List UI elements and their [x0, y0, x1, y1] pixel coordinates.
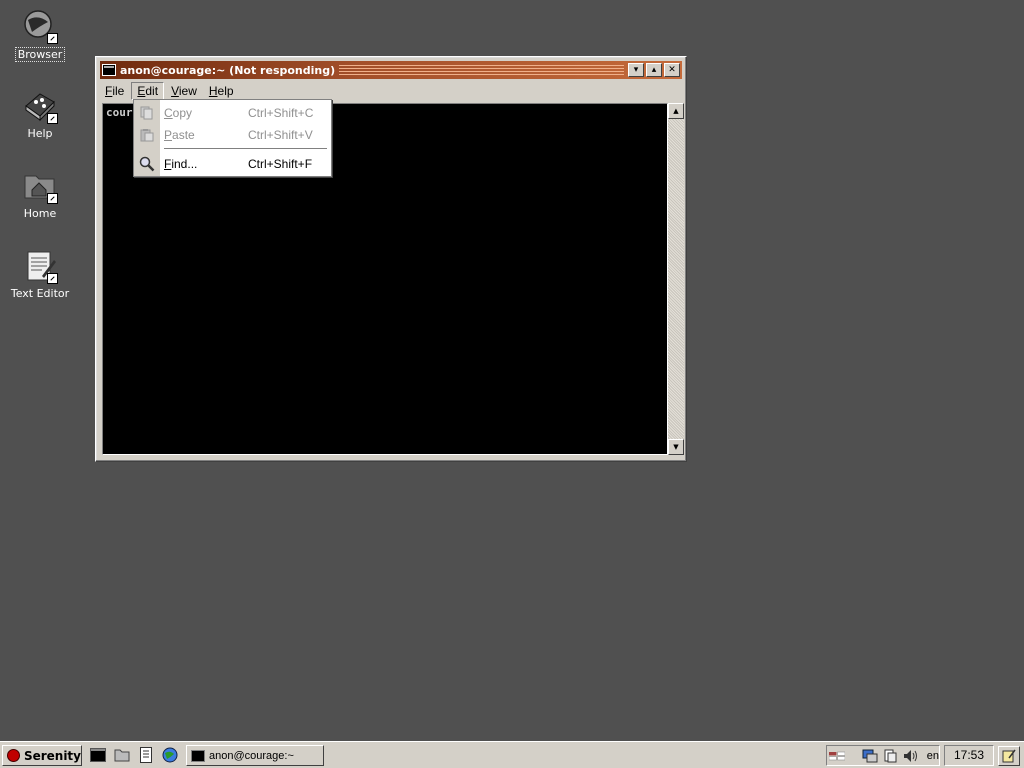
menu-item-label: Paste — [164, 128, 195, 142]
menu-item-shortcut: Ctrl+Shift+F — [248, 157, 313, 171]
scroll-down-button[interactable]: ▼ — [668, 439, 684, 455]
start-button[interactable]: Serenity — [2, 745, 82, 766]
help-book-icon — [22, 88, 58, 124]
taskbar: Serenity anon@courage:~ en 17:53 — [0, 741, 1024, 768]
title-bar[interactable]: anon@courage:~ (Not responding) ▾ ▴ ✕ — [100, 61, 682, 79]
menu-item-shortcut: Ctrl+Shift+V — [248, 128, 313, 142]
desktop-icon-label: Home — [23, 207, 57, 220]
network-icon[interactable] — [862, 749, 878, 763]
taskbar-window-button[interactable]: anon@courage:~ — [186, 745, 324, 766]
system-tray: en — [826, 745, 940, 766]
clipboard-icon[interactable] — [883, 749, 898, 763]
taskbar-window-label: anon@courage:~ — [209, 749, 294, 762]
desktop-icon-browser[interactable]: Browser — [2, 8, 78, 62]
menu-item-find[interactable]: Find... Ctrl+Shift+F — [134, 153, 331, 175]
title-bar-stripes — [339, 65, 624, 75]
menu-separator — [164, 148, 327, 150]
menu-item-paste[interactable]: Paste Ctrl+Shift+V — [134, 124, 331, 146]
clock[interactable]: 17:53 — [944, 745, 994, 766]
desktop-icon-help[interactable]: Help — [2, 88, 78, 140]
desktop-icon-label: Help — [27, 127, 53, 140]
keyboard-language-indicator[interactable]: en — [927, 750, 939, 762]
browser-globe-icon — [22, 8, 58, 44]
terminal-icon — [102, 64, 116, 76]
menu-item-label: Find... — [164, 157, 198, 171]
volume-icon[interactable] — [903, 749, 919, 763]
copy-icon — [134, 106, 160, 120]
home-folder-icon — [22, 168, 58, 204]
search-icon — [134, 156, 160, 172]
menu-item-label: Copy — [164, 106, 193, 120]
notifications-icon[interactable] — [998, 746, 1020, 766]
terminal-icon — [191, 749, 205, 762]
vertical-scrollbar[interactable]: ▲ ▼ — [668, 103, 684, 455]
menu-edit[interactable]: Edit — [131, 82, 165, 100]
paste-icon — [134, 128, 160, 142]
desktop-icon-home[interactable]: Home — [2, 168, 78, 220]
quick-launch-terminal-icon[interactable] — [89, 747, 107, 763]
menu-item-shortcut: Ctrl+Shift+C — [248, 106, 314, 120]
scroll-up-button[interactable]: ▲ — [668, 103, 684, 119]
desktop-icon-text-editor[interactable]: Text Editor — [2, 248, 78, 300]
close-button[interactable]: ✕ — [664, 63, 680, 77]
start-button-label: Serenity — [23, 748, 81, 763]
quick-launch-file-manager-icon[interactable] — [113, 747, 131, 763]
menu-file[interactable]: File — [100, 83, 129, 99]
desktop-icon-label: Text Editor — [10, 287, 70, 300]
text-editor-icon — [22, 248, 58, 284]
workspace-switcher-icon[interactable] — [829, 749, 845, 763]
serenity-logo-icon — [7, 749, 20, 762]
desktop-icon-label: Browser — [14, 47, 66, 62]
menu-help[interactable]: Help — [204, 83, 239, 99]
edit-menu-dropdown: Copy Ctrl+Shift+C Paste Ctrl+Shift+V Fin… — [133, 99, 332, 177]
window-title: anon@courage:~ (Not responding) — [120, 63, 336, 77]
menu-item-copy[interactable]: Copy Ctrl+Shift+C — [134, 102, 331, 124]
menu-bar: File Edit View Help — [100, 81, 682, 101]
maximize-button[interactable]: ▴ — [646, 63, 662, 77]
menu-view[interactable]: View — [166, 83, 202, 99]
quick-launch-browser-icon[interactable] — [161, 747, 179, 763]
minimize-button[interactable]: ▾ — [628, 63, 644, 77]
terminal-text: cour — [106, 106, 133, 119]
quick-launch-text-editor-icon[interactable] — [137, 747, 155, 763]
